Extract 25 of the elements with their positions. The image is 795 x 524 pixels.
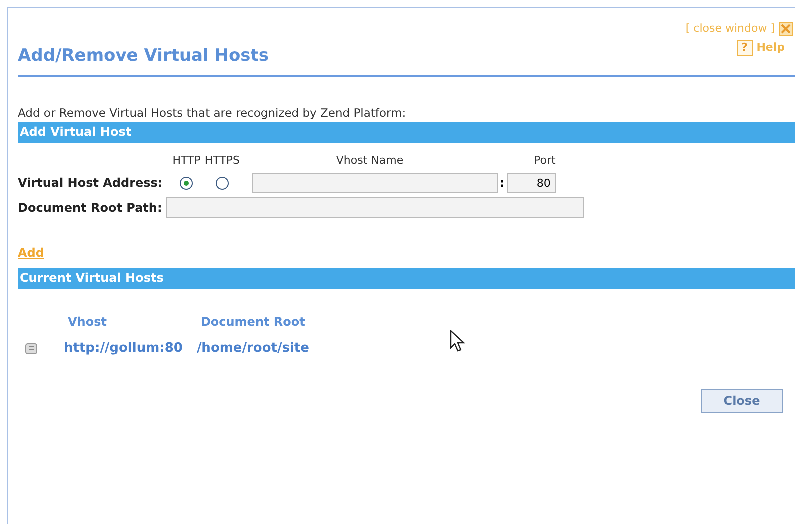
separator-text: :	[499, 175, 506, 192]
section-header: Current Virtual Hosts	[18, 268, 795, 289]
document-root-link[interactable]: /home/root/site	[196, 339, 310, 358]
column-header: Vhost	[68, 314, 108, 331]
column-label: Port	[533, 152, 556, 168]
close-button[interactable]: Close	[701, 388, 783, 412]
description-text: Add or Remove Virtual Hosts that are recognized by Zend Platform:	[18, 106, 408, 120]
radio-button[interactable]	[216, 176, 229, 190]
column-label: Vhost Name	[335, 152, 405, 168]
port-field[interactable]: 80	[506, 173, 556, 193]
radio-button[interactable]	[180, 176, 194, 190]
add-link[interactable]: Add	[18, 246, 44, 260]
dialog-title: Add/Remove Virtual Hosts	[18, 45, 270, 68]
section-header: Add Virtual Host	[18, 122, 795, 142]
field-label: Document Root Path:	[18, 200, 164, 216]
protocol-label: HTTP	[172, 152, 202, 168]
document-root-field[interactable]	[166, 197, 584, 218]
field-label: Virtual Host Address:	[18, 175, 164, 192]
vhost-link[interactable]: http://gollum:80	[64, 339, 183, 358]
vhost-name-field[interactable]	[252, 173, 498, 193]
protocol-label: HTTPS	[204, 152, 242, 168]
close-icon[interactable]	[779, 22, 793, 36]
pointer-icon	[450, 330, 466, 354]
column-header: Document Root	[200, 314, 306, 331]
help-icon[interactable]: ?	[736, 40, 753, 56]
